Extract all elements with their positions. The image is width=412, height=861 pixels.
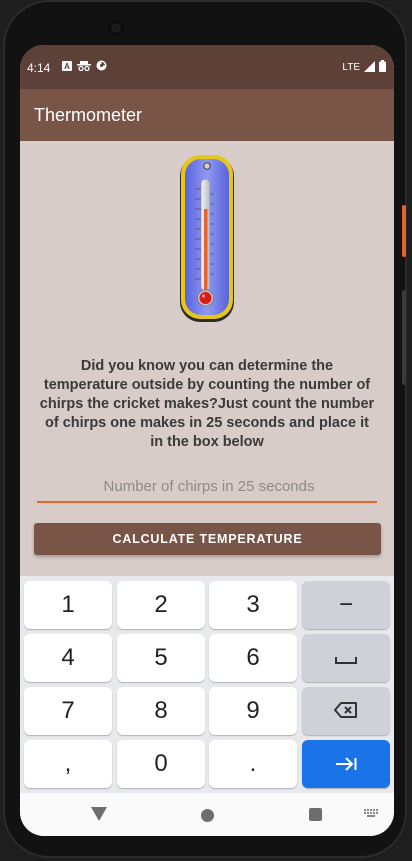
backspace-icon [334,697,358,725]
key-comma[interactable]: , [24,740,112,788]
key-3[interactable]: 3 [209,581,297,629]
key-4[interactable]: 4 [24,634,112,682]
signal-icon [364,60,375,75]
key-7[interactable]: 7 [24,687,112,735]
calculate-temperature-button[interactable]: CALCULATE TEMPERATURE [34,523,381,555]
recents-icon[interactable] [309,808,322,821]
key-0[interactable]: 0 [117,740,205,788]
app-bar: Thermometer [20,89,394,141]
key-8[interactable]: 8 [117,687,205,735]
key-5[interactable]: 5 [117,634,205,682]
next-arrow-icon [335,750,357,778]
back-icon[interactable] [91,807,107,826]
sim-a-icon: A [62,60,72,74]
thermometer-image [177,153,237,325]
key-9[interactable]: 9 [209,687,297,735]
key-period[interactable]: . [209,740,297,788]
key-6[interactable]: 6 [209,634,297,682]
key-minus[interactable]: − [302,581,390,629]
key-space[interactable] [302,634,390,682]
chirps-input-container [37,471,381,503]
svg-text:A: A [64,62,70,71]
screen: 4:14 A LTE Thermometer Did you know you … [20,45,394,836]
key-next[interactable] [302,740,390,788]
volume-button [402,290,406,385]
home-icon[interactable] [201,809,214,822]
power-button [402,205,406,257]
status-time: 4:14 [27,61,51,75]
app-title: Thermometer [34,105,143,125]
battery-icon [379,60,386,75]
key-backspace[interactable] [302,687,390,735]
phone-frame: 4:14 A LTE Thermometer Did you know you … [3,0,407,858]
data-saver-icon [96,60,107,74]
keyboard-switch-icon[interactable] [364,809,378,821]
numeric-keyboard: 1 2 3 − 4 5 6 7 8 9 , 0 . [20,576,394,793]
space-icon [335,644,357,672]
incognito-icon [77,60,91,74]
info-text: Did you know you can determine the tempe… [39,358,375,450]
navigation-bar [20,793,394,836]
status-bar: 4:14 A LTE [20,45,394,89]
network-type: LTE [342,62,360,73]
key-2[interactable]: 2 [117,581,205,629]
front-camera [108,20,124,36]
key-1[interactable]: 1 [24,581,112,629]
chirps-input[interactable] [37,471,381,501]
